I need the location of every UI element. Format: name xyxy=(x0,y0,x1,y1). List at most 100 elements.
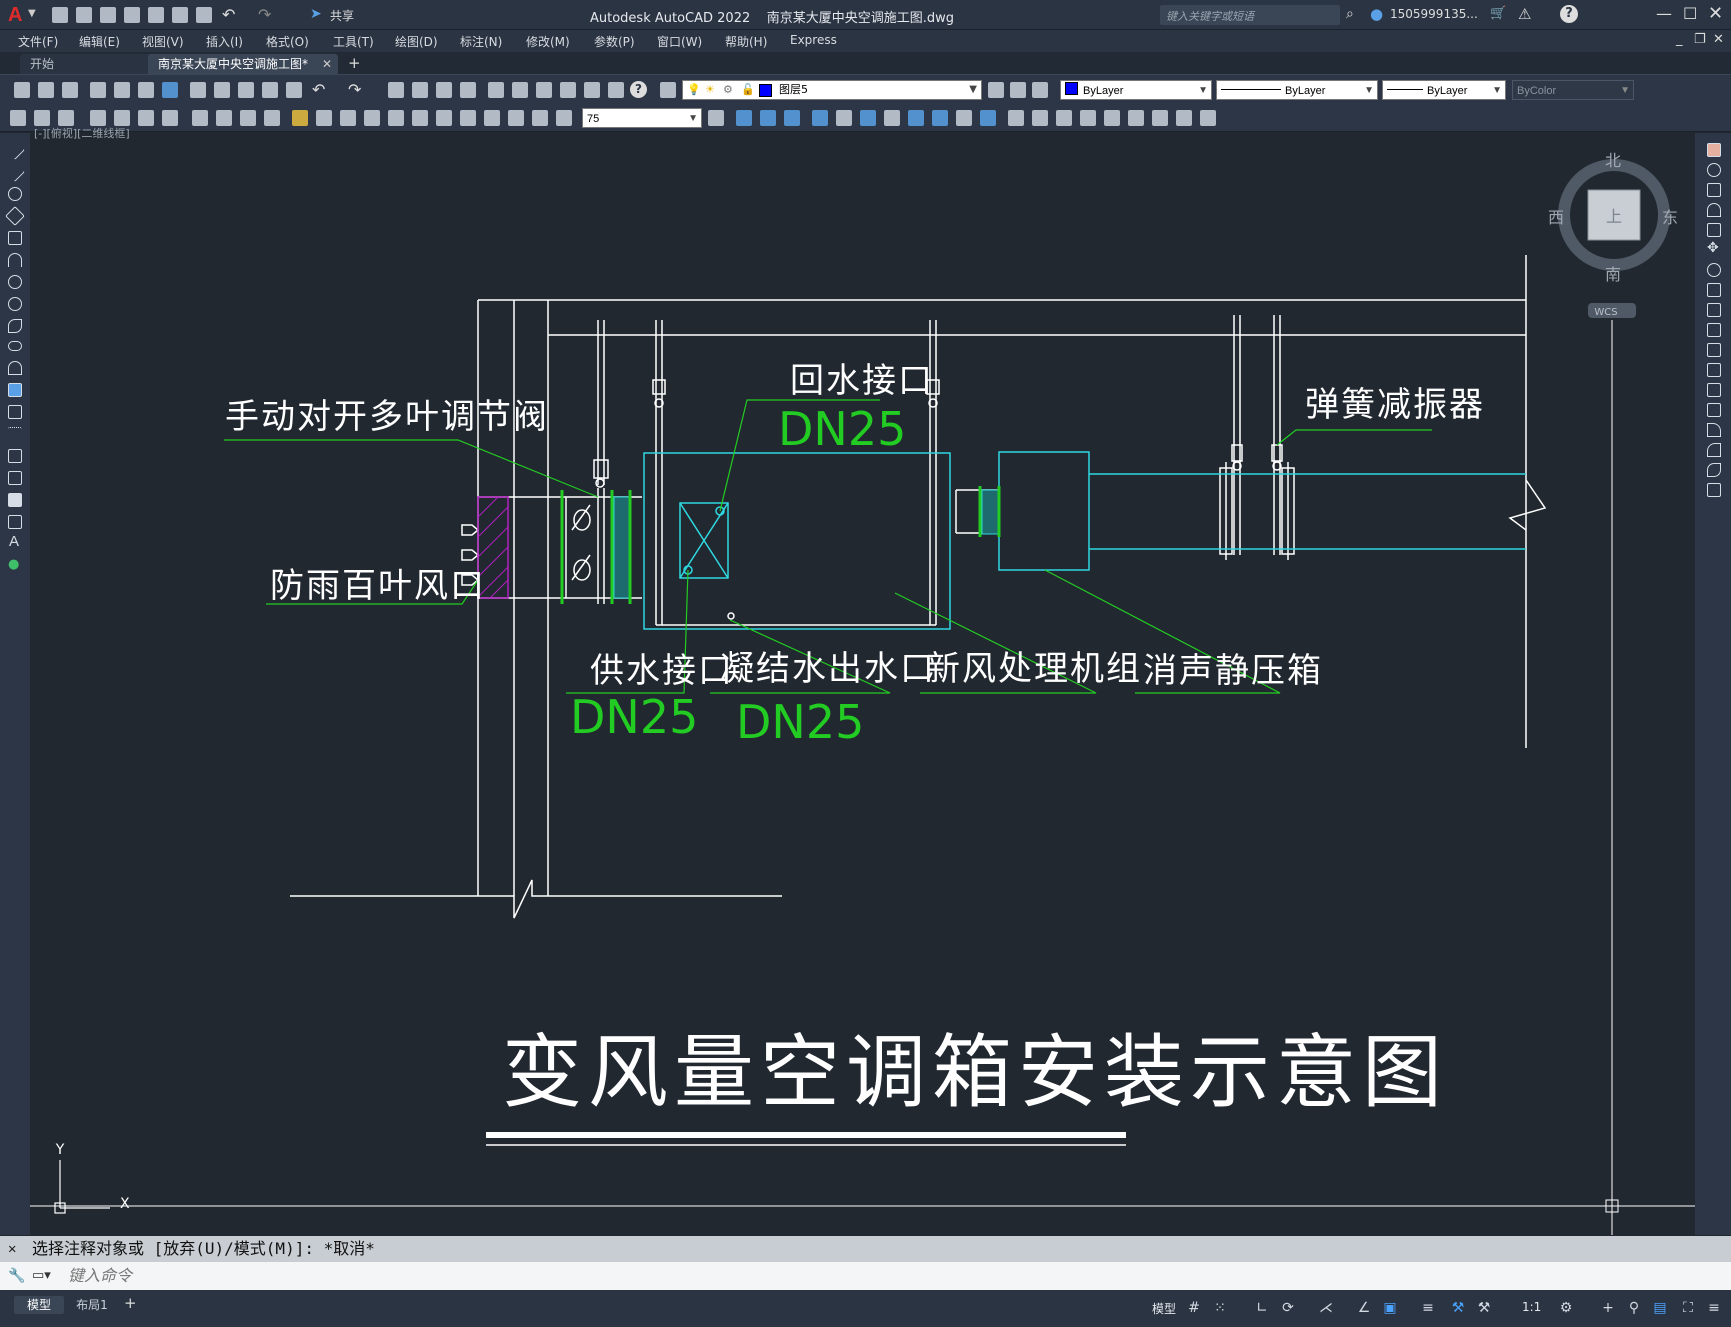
shell-icon[interactable] xyxy=(1080,110,1096,126)
break-point-icon[interactable] xyxy=(1707,363,1721,377)
osnap-track-icon[interactable]: ⋌ xyxy=(1318,1300,1334,1316)
scale-icon[interactable] xyxy=(1707,283,1721,297)
tab-layout1[interactable]: 布局1 xyxy=(68,1296,116,1314)
zoom-realtime-icon[interactable] xyxy=(412,82,428,98)
linetype-dropdown[interactable]: ByLayer ▼ xyxy=(1216,80,1378,100)
revcloud-icon[interactable] xyxy=(8,297,22,311)
tab-start[interactable]: 开始 xyxy=(20,54,160,74)
units-icon[interactable]: ⚲ xyxy=(1626,1300,1642,1316)
snap-icon[interactable]: ⁙ xyxy=(1212,1300,1228,1316)
fly-icon[interactable] xyxy=(1200,110,1216,126)
menu-parametric[interactable]: 参数(P) xyxy=(594,33,635,50)
print-icon[interactable] xyxy=(196,7,212,23)
paste-icon[interactable] xyxy=(238,82,254,98)
save-file-icon[interactable] xyxy=(62,82,78,98)
solid-wedge-icon[interactable] xyxy=(784,110,800,126)
dim-style-manager-icon[interactable] xyxy=(532,110,548,126)
command-line[interactable]: 🔧 ▭▾ 键入命令 xyxy=(0,1262,1731,1290)
radius-dim-icon[interactable] xyxy=(114,110,130,126)
block-editor-icon[interactable] xyxy=(286,82,302,98)
menu-format[interactable]: 格式(O) xyxy=(266,33,309,50)
new-tab-button[interactable]: + xyxy=(348,54,361,72)
plotstyle-dropdown[interactable]: ByColor ▼ xyxy=(1512,80,1634,100)
wrench-icon[interactable]: 🔧 xyxy=(8,1262,25,1290)
diameter-dim-icon[interactable] xyxy=(162,110,178,126)
ordinate-dim-icon[interactable] xyxy=(90,110,106,126)
publish-icon[interactable] xyxy=(148,7,164,23)
linear-dim-icon[interactable] xyxy=(10,110,26,126)
doc-minimize-icon[interactable]: _ xyxy=(1676,32,1683,47)
menu-file[interactable]: 文件(F) xyxy=(18,33,58,50)
save-as-icon[interactable] xyxy=(124,7,140,23)
plot-icon[interactable] xyxy=(172,7,188,23)
rectangle-icon[interactable] xyxy=(8,231,22,245)
command-prompt-icon[interactable]: ▭▾ xyxy=(32,1262,51,1290)
dim-edit-icon[interactable] xyxy=(436,110,452,126)
dim-space-icon[interactable] xyxy=(292,110,308,126)
undo-toolbar-icon[interactable]: ↶ xyxy=(312,80,325,99)
loft-icon[interactable] xyxy=(908,110,924,126)
hatch-icon[interactable] xyxy=(8,449,22,463)
cart-icon[interactable]: 🛒 xyxy=(1490,6,1506,21)
menu-express[interactable]: Express xyxy=(790,33,837,47)
construction-line-icon[interactable] xyxy=(5,162,25,182)
lineweight-dropdown[interactable]: ByLayer ▼ xyxy=(1382,80,1506,100)
add-selected-icon[interactable]: ● xyxy=(8,557,19,572)
dimscale-dropdown[interactable]: 75 ▼ xyxy=(582,108,702,128)
3d-dwf-icon[interactable] xyxy=(162,82,178,98)
intersect-icon[interactable] xyxy=(980,110,996,126)
match-prop-icon[interactable] xyxy=(262,82,278,98)
open-icon[interactable] xyxy=(76,7,92,23)
camera-icon[interactable] xyxy=(1152,110,1168,126)
subtract-icon[interactable] xyxy=(956,110,972,126)
color-dropdown[interactable]: ByLayer ▼ xyxy=(1060,80,1212,100)
command-input[interactable]: 键入命令 xyxy=(68,1262,132,1290)
customize-icon[interactable]: ≡ xyxy=(1706,1300,1722,1316)
dim-break-icon[interactable] xyxy=(316,110,332,126)
spline-icon[interactable] xyxy=(8,319,22,333)
presspull-icon[interactable] xyxy=(836,110,852,126)
ortho-icon[interactable]: ∟ xyxy=(1254,1300,1270,1316)
move-icon[interactable]: ✥ xyxy=(1707,240,1721,257)
layer-properties-icon[interactable] xyxy=(660,82,676,98)
angular-dim-icon[interactable] xyxy=(192,110,208,126)
line-icon[interactable] xyxy=(5,140,25,160)
share-button[interactable]: 共享 xyxy=(330,7,354,24)
doc-restore-icon[interactable]: ❐ xyxy=(1694,32,1706,47)
ellipse-arc-icon[interactable] xyxy=(8,361,22,375)
extrude-icon[interactable] xyxy=(812,110,828,126)
save-icon[interactable] xyxy=(100,7,116,23)
viewcube[interactable]: 上 北 南 西 东 WCS xyxy=(1548,151,1678,318)
tab-document[interactable]: 南京某大厦中央空调施工图* ✕ xyxy=(148,54,338,74)
tab-model[interactable]: 模型 xyxy=(14,1296,64,1314)
solid-box-icon[interactable] xyxy=(736,110,752,126)
polar-icon[interactable]: ⟳ xyxy=(1280,1300,1296,1316)
redo-icon[interactable]: ↷ xyxy=(258,5,271,24)
revolve-icon[interactable] xyxy=(884,110,900,126)
annotation-visibility-icon[interactable]: ⚒ xyxy=(1476,1300,1492,1316)
help-toolbar-icon[interactable]: ? xyxy=(630,81,647,98)
walk-icon[interactable] xyxy=(1176,110,1192,126)
menu-dimension[interactable]: 标注(N) xyxy=(460,33,502,50)
command-close-icon[interactable]: ✕ xyxy=(8,1236,16,1262)
gradient-icon[interactable] xyxy=(8,471,22,485)
menu-draw[interactable]: 绘图(D) xyxy=(395,33,438,50)
tab-close-icon[interactable]: ✕ xyxy=(322,54,332,74)
aligned-dim-icon[interactable] xyxy=(34,110,50,126)
thicken-icon[interactable] xyxy=(1032,110,1048,126)
chamfer-icon[interactable] xyxy=(1707,423,1721,437)
continue-dim-icon[interactable] xyxy=(264,110,280,126)
scale-button[interactable]: 1:1 xyxy=(1522,1300,1541,1314)
grid-icon[interactable]: # xyxy=(1186,1300,1202,1316)
connect-icon[interactable]: ⚠ xyxy=(1518,5,1531,23)
add-layout-button[interactable]: + xyxy=(124,1294,137,1312)
make-block-icon[interactable] xyxy=(8,405,22,419)
cut-icon[interactable] xyxy=(190,82,206,98)
quick-props-icon[interactable]: ▤ xyxy=(1652,1300,1668,1316)
search-field[interactable]: 键入关键字或短语 xyxy=(1160,5,1340,25)
menu-edit[interactable]: 编辑(E) xyxy=(79,33,120,50)
plot-toolbar-icon[interactable] xyxy=(90,82,106,98)
mirror-icon[interactable] xyxy=(1707,183,1721,197)
blend-icon[interactable] xyxy=(1707,463,1721,477)
copy-object-icon[interactable] xyxy=(1707,163,1721,177)
